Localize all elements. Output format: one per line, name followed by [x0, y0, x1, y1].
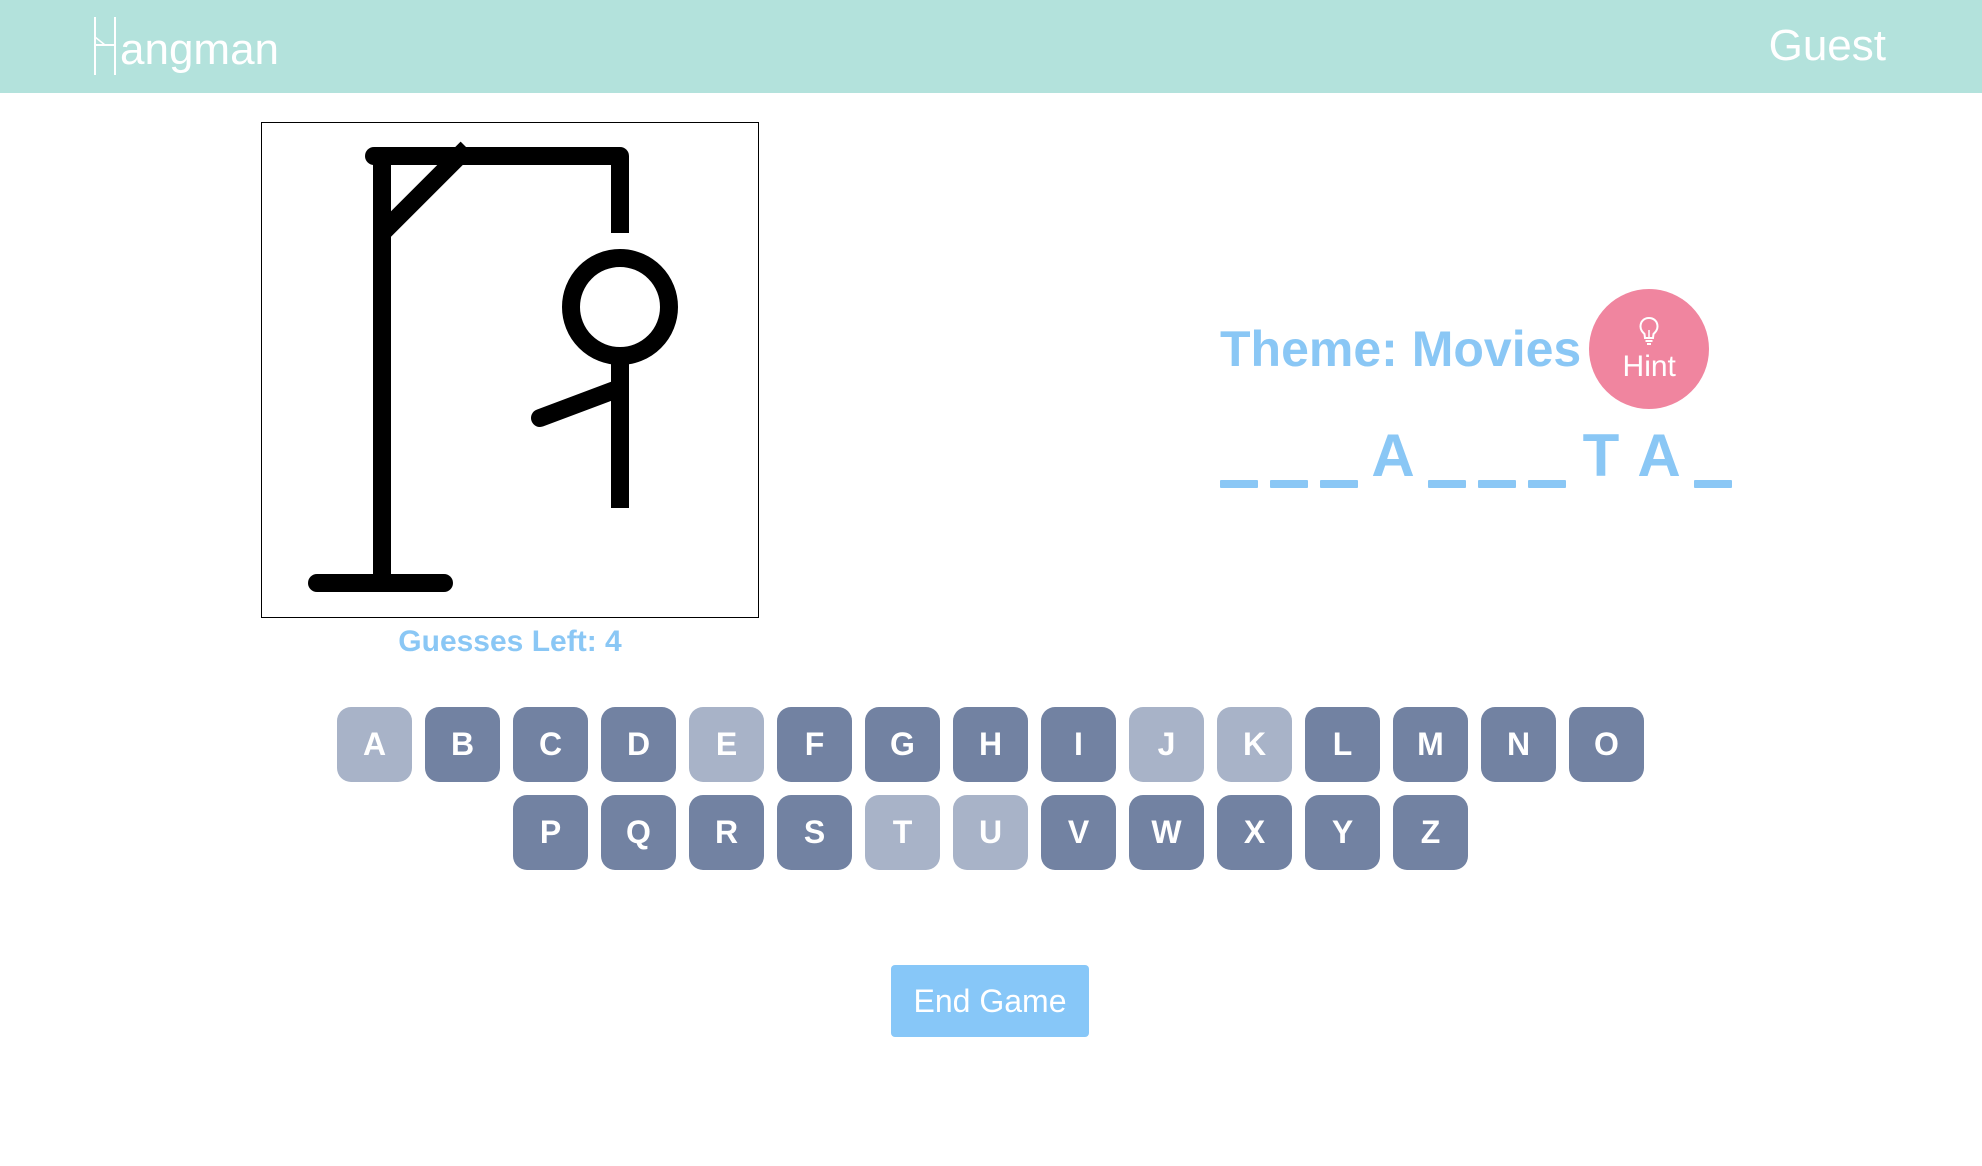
letter-key-v[interactable]: V — [1041, 795, 1116, 870]
letter-key-q[interactable]: Q — [601, 795, 676, 870]
hangman-drawing — [261, 122, 759, 618]
word-char: _ — [1528, 480, 1566, 488]
letter-key-u[interactable]: U — [953, 795, 1028, 870]
letter-key-x[interactable]: X — [1217, 795, 1292, 870]
word-letter: T — [1578, 424, 1624, 492]
letter-key-k[interactable]: K — [1217, 707, 1292, 782]
letter-key-z[interactable]: Z — [1393, 795, 1468, 870]
letter-key-p[interactable]: P — [513, 795, 588, 870]
word-char: _ — [1694, 480, 1732, 488]
gallows-h-logo-icon — [94, 17, 116, 75]
letter-key-t[interactable]: T — [865, 795, 940, 870]
word-blank: _ — [1478, 424, 1516, 492]
word-blank: _ — [1694, 424, 1732, 492]
word-char: _ — [1320, 480, 1358, 488]
letter-key-w[interactable]: W — [1129, 795, 1204, 870]
end-game-button[interactable]: End Game — [891, 965, 1089, 1037]
hangman-page: angman Guest Guesses Left: 4 Theme: Movi… — [0, 0, 1982, 1166]
letter-key-o[interactable]: O — [1569, 707, 1644, 782]
keyboard-row-1: ABCDEFGHIJKLMNO — [337, 707, 1657, 782]
app-title: angman — [120, 25, 280, 74]
hangman-head — [562, 249, 678, 365]
letter-key-d[interactable]: D — [601, 707, 676, 782]
word-blank: _ — [1220, 424, 1258, 492]
word-char: A — [1637, 422, 1681, 489]
word-blank: _ — [1428, 424, 1466, 492]
letter-key-a[interactable]: A — [337, 707, 412, 782]
word-letter: A — [1636, 424, 1682, 492]
gallows-svg — [308, 141, 678, 592]
top-bar: angman Guest — [0, 0, 1982, 93]
lightbulb-icon — [1639, 316, 1659, 345]
word-char: _ — [1220, 480, 1258, 488]
user-name[interactable]: Guest — [1769, 24, 1886, 68]
letter-key-n[interactable]: N — [1481, 707, 1556, 782]
letter-key-g[interactable]: G — [865, 707, 940, 782]
word-char: _ — [1428, 480, 1466, 488]
keyboard-row-2: PQRSTUVWXYZ — [513, 795, 1481, 870]
theme-label: Theme: Movies — [1220, 321, 1582, 377]
letter-key-h[interactable]: H — [953, 707, 1028, 782]
hint-button[interactable]: Hint — [1589, 289, 1710, 409]
word-blank: _ — [1528, 424, 1566, 492]
letter-key-f[interactable]: F — [777, 707, 852, 782]
letter-key-i[interactable]: I — [1041, 707, 1116, 782]
letter-key-r[interactable]: R — [689, 795, 764, 870]
word-char: A — [1371, 422, 1415, 489]
letter-key-y[interactable]: Y — [1305, 795, 1380, 870]
hint-label: Hint — [1622, 350, 1676, 383]
word-display: ___A___TA_ — [1220, 424, 1744, 492]
word-blank: _ — [1320, 424, 1358, 492]
letter-key-e[interactable]: E — [689, 707, 764, 782]
word-letter: A — [1370, 424, 1416, 492]
app-logo[interactable]: angman — [92, 14, 279, 78]
word-char: _ — [1478, 480, 1516, 488]
hangman-arm — [531, 379, 629, 427]
letter-key-j[interactable]: J — [1129, 707, 1204, 782]
word-blank: _ — [1270, 424, 1308, 492]
letter-key-c[interactable]: C — [513, 707, 588, 782]
word-char: T — [1582, 422, 1620, 489]
letter-key-s[interactable]: S — [777, 795, 852, 870]
theme-row: Theme: Movies Hint — [1220, 288, 1710, 410]
letter-key-m[interactable]: M — [1393, 707, 1468, 782]
letter-key-l[interactable]: L — [1305, 707, 1380, 782]
letter-key-b[interactable]: B — [425, 707, 500, 782]
guesses-left: Guesses Left: 4 — [398, 625, 622, 658]
word-char: _ — [1270, 480, 1308, 488]
